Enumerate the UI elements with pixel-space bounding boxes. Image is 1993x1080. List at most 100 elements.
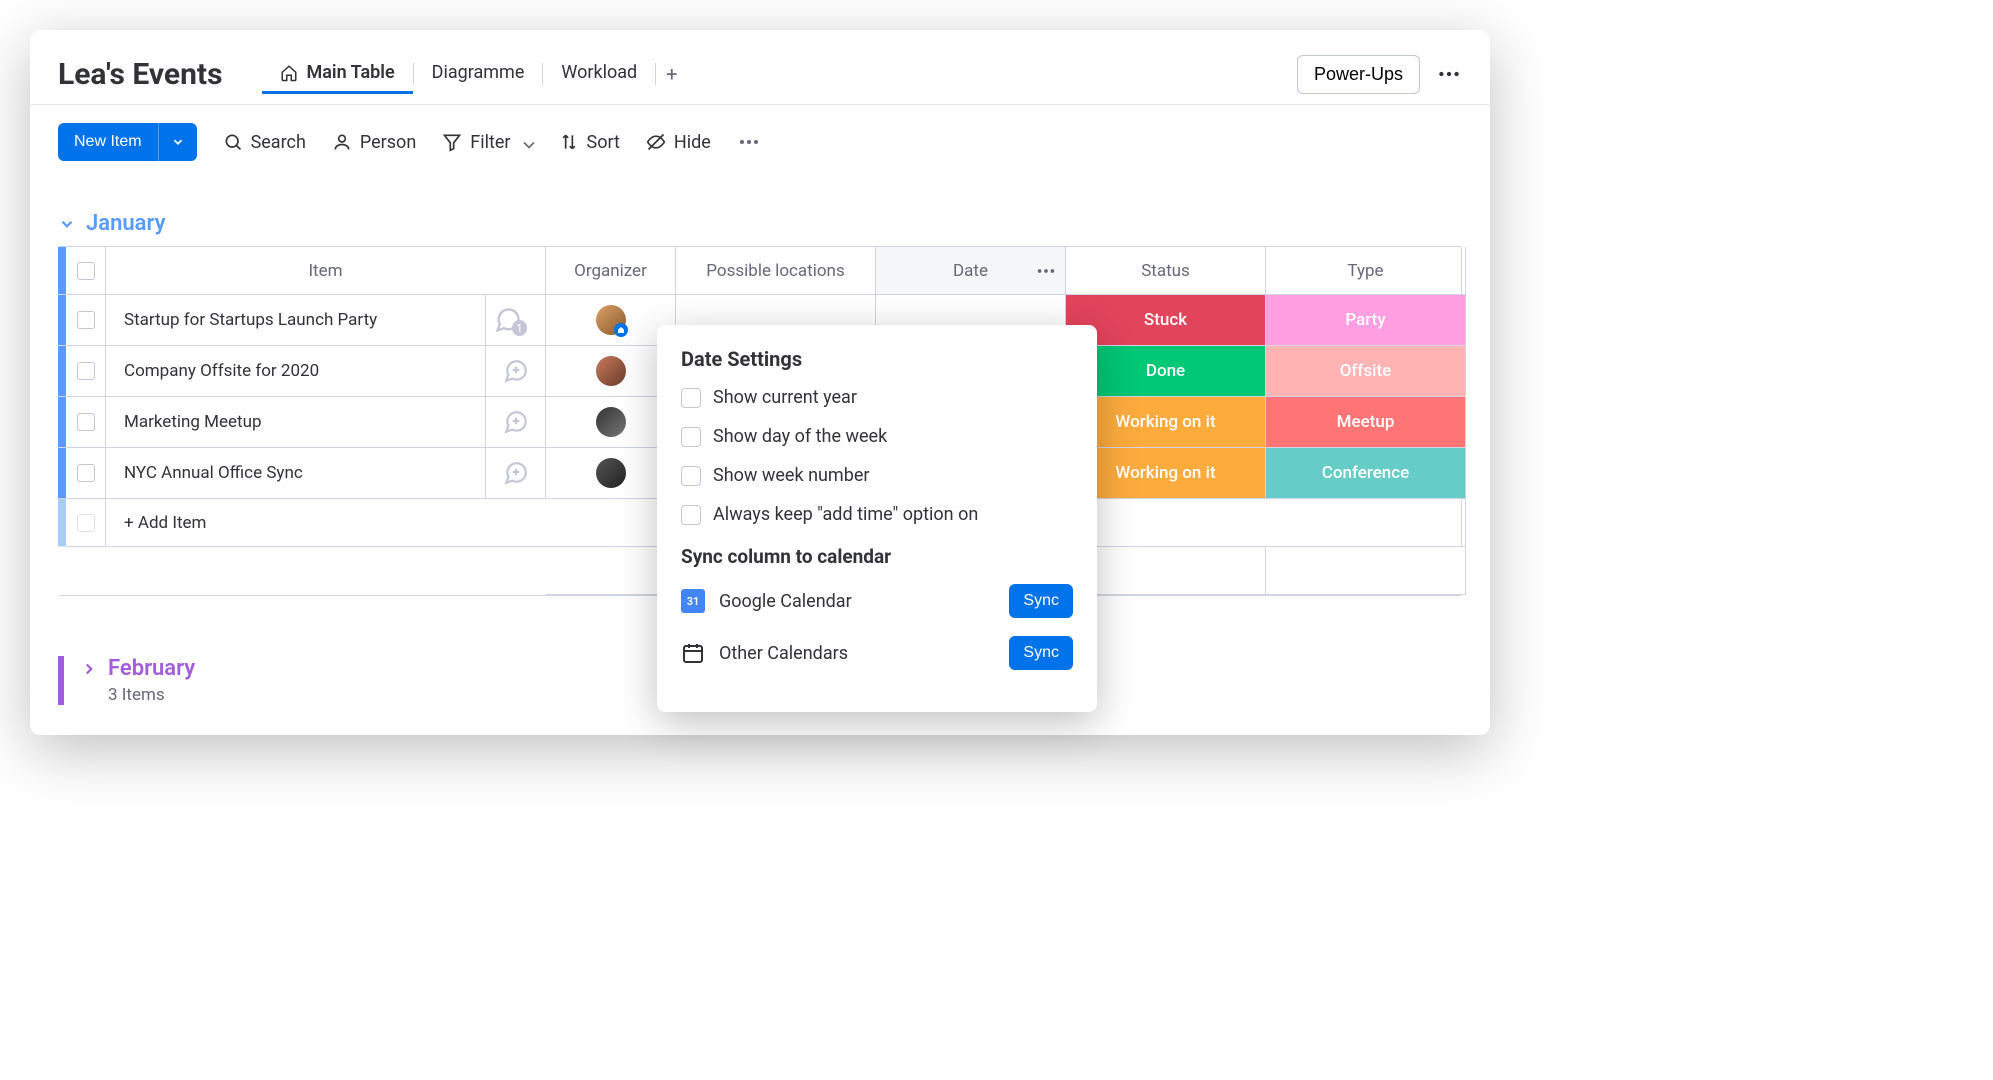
toolbar-more-icon[interactable] <box>737 130 761 154</box>
person-label: Person <box>360 132 416 153</box>
chat-cell[interactable] <box>486 397 546 448</box>
hide-tool[interactable]: Hide <box>646 132 711 153</box>
group-color-strip <box>58 397 66 448</box>
chat-cell[interactable] <box>486 346 546 397</box>
item-name-cell[interactable]: NYC Annual Office Sync <box>106 448 486 499</box>
calendar-icon <box>681 641 705 665</box>
sort-icon <box>559 132 579 152</box>
search-icon <box>223 132 243 152</box>
home-icon <box>280 64 298 82</box>
summary-type <box>1266 547 1466 595</box>
chat-add-icon <box>503 460 529 486</box>
add-view-button[interactable]: + <box>656 56 687 92</box>
option-label: Show day of the week <box>713 426 887 447</box>
sync-button[interactable]: Sync <box>1009 636 1073 670</box>
checkbox[interactable] <box>681 466 701 486</box>
group-header[interactable]: January <box>58 211 1462 236</box>
powerups-button[interactable]: Power-Ups <box>1297 55 1420 94</box>
col-date[interactable]: Date <box>876 247 1066 295</box>
item-name-cell[interactable]: Startup for Startups Launch Party <box>106 295 486 346</box>
col-item[interactable]: Item <box>106 247 546 295</box>
chevron-right-icon <box>80 660 98 678</box>
option-show-dow[interactable]: Show day of the week <box>681 426 1073 447</box>
select-all-cell[interactable] <box>66 247 106 295</box>
col-type[interactable]: Type <box>1266 247 1466 295</box>
tab-label: Diagramme <box>432 62 525 83</box>
board-title: Lea's Events <box>58 57 222 92</box>
group-color-strip <box>58 346 66 397</box>
option-show-year[interactable]: Show current year <box>681 387 1073 408</box>
toolbar: New Item Search Person Filter Sort Hide <box>30 105 1490 161</box>
hide-icon <box>646 132 666 152</box>
row-select-cell[interactable] <box>66 346 106 397</box>
sync-google-calendar: 31 Google Calendar Sync <box>681 584 1073 618</box>
filter-icon <box>442 132 462 152</box>
group-color-strip <box>58 448 66 499</box>
avatar <box>596 407 626 437</box>
row-select-cell[interactable] <box>66 295 106 346</box>
search-tool[interactable]: Search <box>223 132 306 153</box>
sync-other-calendars: Other Calendars Sync <box>681 636 1073 670</box>
tab-main-table[interactable]: Main Table <box>262 54 412 94</box>
person-tool[interactable]: Person <box>332 132 416 153</box>
checkbox[interactable] <box>681 505 701 525</box>
board-more-icon[interactable] <box>1436 61 1462 87</box>
checkbox[interactable] <box>77 464 95 482</box>
avatar <box>596 356 626 386</box>
option-label: Show current year <box>713 387 857 408</box>
chevron-down-icon <box>58 215 76 233</box>
option-show-weeknum[interactable]: Show week number <box>681 465 1073 486</box>
checkbox[interactable] <box>77 311 95 329</box>
checkbox[interactable] <box>77 413 95 431</box>
sync-provider-label: Google Calendar <box>719 591 995 612</box>
home-mini-icon <box>614 323 628 337</box>
checkbox[interactable] <box>77 262 95 280</box>
type-cell[interactable]: Meetup <box>1266 397 1466 448</box>
hide-label: Hide <box>674 132 711 153</box>
tab-diagramme[interactable]: Diagramme <box>414 54 543 94</box>
filter-tool[interactable]: Filter <box>442 132 532 153</box>
new-item-group: New Item <box>58 123 197 161</box>
col-locations[interactable]: Possible locations <box>676 247 876 295</box>
tab-label: Workload <box>561 62 637 83</box>
sync-section-title: Sync column to calendar <box>681 545 1073 568</box>
sort-tool[interactable]: Sort <box>559 132 620 153</box>
sort-label: Sort <box>587 132 620 153</box>
group-title: January <box>86 211 166 236</box>
group-color-strip <box>58 295 66 346</box>
group-color-strip <box>58 499 66 547</box>
new-item-dropdown[interactable] <box>158 123 197 161</box>
col-organizer[interactable]: Organizer <box>546 247 676 295</box>
board-container: Lea's Events Main Table Diagramme Worklo… <box>30 30 1490 735</box>
tab-label: Main Table <box>306 62 394 83</box>
option-label: Always keep "add time" option on <box>713 504 978 525</box>
type-cell[interactable]: Conference <box>1266 448 1466 499</box>
option-addtime[interactable]: Always keep "add time" option on <box>681 504 1073 525</box>
option-label: Show week number <box>713 465 869 486</box>
tab-workload[interactable]: Workload <box>543 54 655 94</box>
checkbox[interactable] <box>77 362 95 380</box>
item-name-cell[interactable]: Marketing Meetup <box>106 397 486 448</box>
view-tabs: Main Table Diagramme Workload + <box>262 54 687 94</box>
date-settings-popover: Date Settings Show current year Show day… <box>657 325 1097 712</box>
avatar <box>596 305 626 335</box>
board-header: Lea's Events Main Table Diagramme Worklo… <box>30 54 1490 105</box>
column-menu-icon[interactable] <box>1035 260 1057 282</box>
item-name-cell[interactable]: Company Offsite for 2020 <box>106 346 486 397</box>
chat-cell[interactable]: 1 <box>486 295 546 346</box>
sync-button[interactable]: Sync <box>1009 584 1073 618</box>
new-item-button[interactable]: New Item <box>58 123 158 161</box>
checkbox[interactable] <box>681 388 701 408</box>
row-select-cell[interactable] <box>66 397 106 448</box>
table-header-row: Item Organizer Possible locations Date S… <box>58 247 1461 295</box>
type-cell[interactable]: Offsite <box>1266 346 1466 397</box>
sync-provider-label: Other Calendars <box>719 643 995 664</box>
chat-cell[interactable] <box>486 448 546 499</box>
chevron-down-icon <box>519 135 533 149</box>
row-select-cell[interactable] <box>66 448 106 499</box>
type-cell[interactable]: Party <box>1266 295 1466 346</box>
chat-add-icon <box>503 409 529 435</box>
chat-add-icon <box>503 358 529 384</box>
col-status[interactable]: Status <box>1066 247 1266 295</box>
checkbox[interactable] <box>681 427 701 447</box>
